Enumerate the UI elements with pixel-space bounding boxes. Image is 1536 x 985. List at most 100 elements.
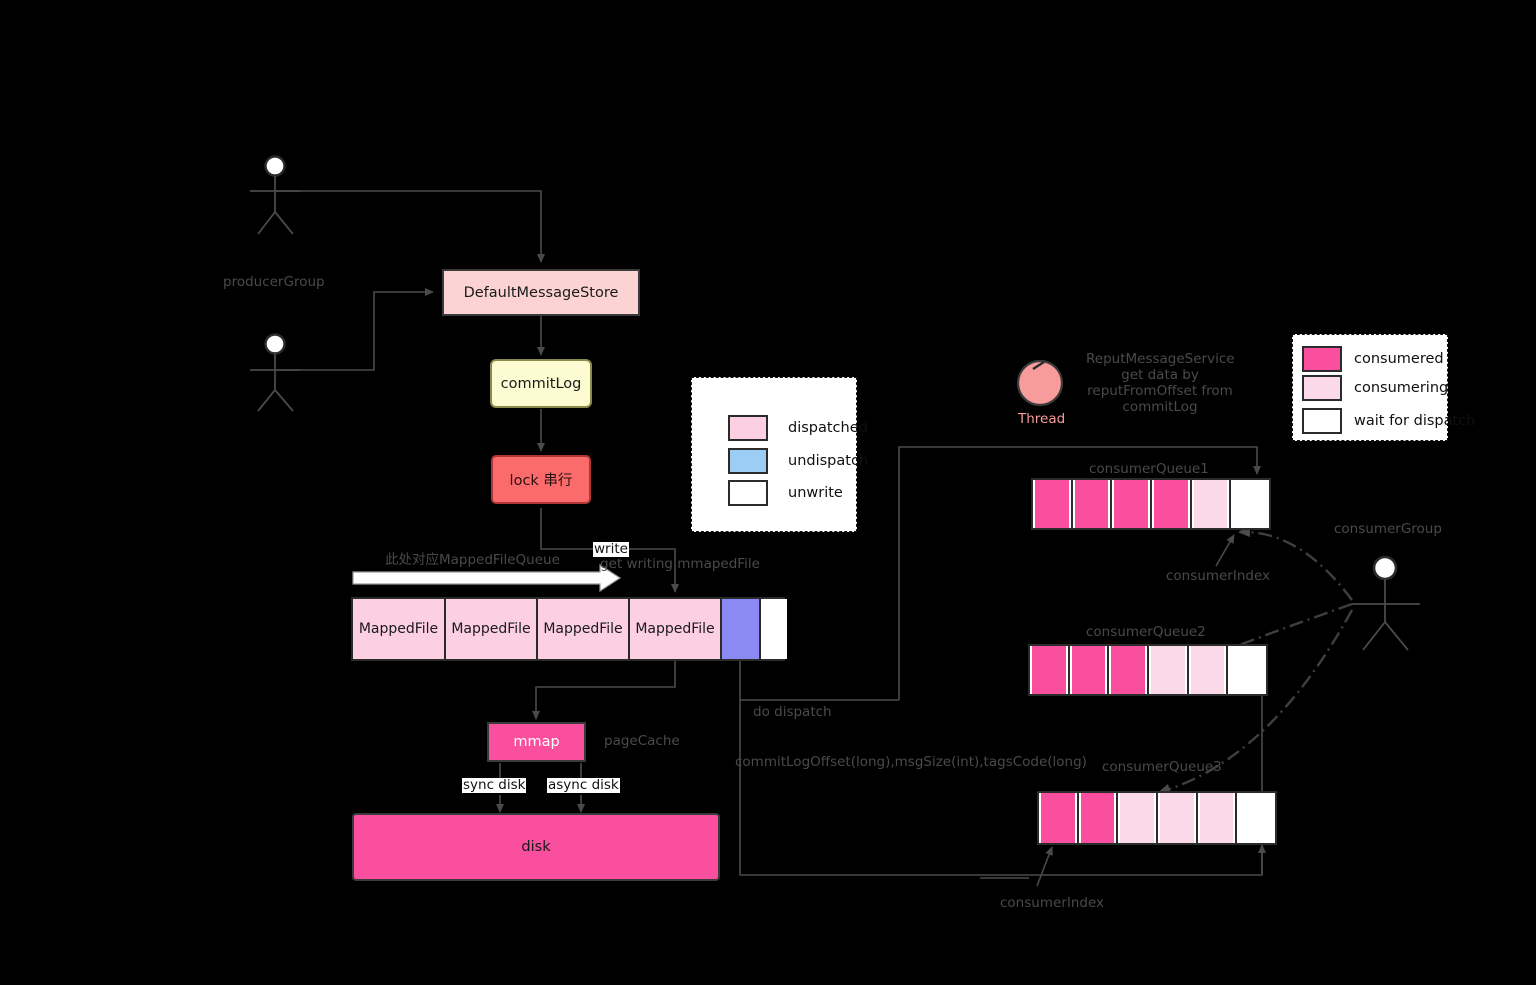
dispatch-payload-label: commitLogOffset(long),msgSize(int),tagsC… [735,754,1087,770]
consumer-queue-cell[interactable] [1078,793,1119,843]
get-writing-mmaped-file-label: get writing mmapedFile [600,556,760,572]
consumer-queue-2-caption: consumerQueue2 [1086,624,1206,640]
legend-label-undispatch: undispatch [788,453,869,469]
consumer-queue-cell[interactable] [1033,480,1073,528]
mapped-file-label: MappedFile [358,621,439,637]
mapped-file-label: MappedFile [543,621,623,637]
consumer-queue-cell-consumered [1114,480,1149,528]
legend-label-dispatched: dispatched [788,420,868,436]
mapped-file-queue-direction-arrow [352,563,622,593]
consumer-group-label: consumerGroup [1334,521,1442,537]
reput-message-service-label: ReputMessageService get data by reputFro… [1086,351,1235,415]
consumer-queue-cell-wait [1237,793,1276,843]
legend-item-undispatch: undispatch [728,448,868,474]
consumer-queue-cell-consumering [1193,480,1228,528]
consumer-queue-cell-consumered [1041,793,1075,843]
consumer-queue-cell-consumering [1190,646,1225,694]
default-message-store-label: DefaultMessageStore [463,284,619,301]
commit-log-box[interactable]: commitLog [490,359,592,408]
legend-label-wait-for-dispatch: wait for dispatch [1354,413,1476,429]
consumer-index-bottom-label: consumerIndex [1000,895,1104,911]
consumer-queue-cell-consumering [1199,793,1234,843]
producer-actor-top [250,155,300,235]
consumer-queue-cell-consumered [1071,646,1106,694]
consumer-queue-cell[interactable] [1030,646,1070,694]
mapped-file-cell[interactable]: MappedFile [538,599,630,659]
mapped-file-label: MappedFile [635,621,715,637]
mapped-file-cell[interactable]: MappedFile [446,599,538,659]
mapped-file-cell[interactable]: MappedFile [353,599,446,659]
producer-actor-bottom [250,333,300,412]
legend-label-unwrite: unwrite [788,485,843,501]
consumer-queue-cell[interactable] [1149,646,1189,694]
legend-swatch-dispatched [728,415,768,441]
legend-swatch-undispatch [728,448,768,474]
legend-swatch-wait-for-dispatch [1302,408,1342,434]
consumer-queue-1[interactable] [1031,478,1271,530]
consumer-actor [1352,555,1420,651]
legend-item-consumering: consumering [1302,375,1448,401]
commit-log-label: commitLog [500,375,582,392]
consumer-queue-cell-consumered [1154,480,1188,528]
producer-group-label: producerGroup [223,274,325,290]
consumer-queue-3-caption: consumerQueue3 [1102,759,1222,775]
consumer-queue-cell[interactable] [1228,646,1267,694]
consumer-queue-cell[interactable] [1237,793,1276,843]
consumer-queue-2[interactable] [1028,644,1268,696]
legend-item-wait-for-dispatch: wait for dispatch [1302,408,1475,434]
legend-swatch-unwrite [728,480,768,506]
consumer-queue-cell-wait [1228,646,1267,694]
mapped-file-queue-note: 此处对应MappedFileQueue [385,552,560,568]
consumer-index-top-label: consumerIndex [1166,568,1270,584]
lock-box[interactable]: lock 串行 [491,455,591,504]
consumer-queue-cell-consumered [1035,480,1069,528]
consumer-queue-cell[interactable] [1188,646,1229,694]
thread-label: Thread [1018,411,1066,427]
consumer-queue-cell-consumered [1074,480,1109,528]
consumer-queue-cell[interactable] [1191,480,1232,528]
mapped-file-cell[interactable]: MappedFile [630,599,722,659]
mmap-label: mmap [513,734,560,750]
consumer-queue-cell[interactable] [1158,793,1198,843]
consumer-queue-cell[interactable] [1039,793,1079,843]
async-disk-label: async disk [547,777,620,793]
consumer-queue-cell[interactable] [1112,480,1153,528]
legend-item-unwrite: unwrite [728,480,843,506]
consumer-queue-cell[interactable] [1072,480,1113,528]
write-label: write [593,541,629,557]
consumer-queue-cell[interactable] [1069,646,1110,694]
consumer-queue-cell-consumering [1151,646,1185,694]
mmap-box[interactable]: mmap [487,722,586,762]
consumer-queue-cell[interactable] [1197,793,1238,843]
mapped-file-cell-unwrite[interactable] [761,599,787,659]
lock-label: lock 串行 [509,473,573,489]
consumer-queue-cell-consumering [1160,793,1194,843]
diagram-canvas: DefaultMessageStore commitLog lock 串行 mm… [0,0,1536,985]
consumer-queue-1-caption: consumerQueue1 [1089,461,1209,477]
consumer-queue-cell-consumered [1080,793,1115,843]
consumer-queue-cell[interactable] [1109,646,1150,694]
consumer-queue-cell-consumered [1111,646,1146,694]
legend-label-consumered: consumered [1354,351,1444,367]
consumer-queue-3[interactable] [1037,791,1277,845]
consumer-queue-cell-consumered [1032,646,1066,694]
page-cache-label: pageCache [604,733,680,749]
thread-circle [1016,359,1064,407]
legend-label-consumering: consumering [1354,380,1449,396]
legend-item-consumered: consumered [1302,346,1444,372]
mapped-file-label: MappedFile [451,621,531,637]
consumer-queue-cell-consumering [1120,793,1155,843]
legend-swatch-consumered [1302,346,1342,372]
default-message-store-box[interactable]: DefaultMessageStore [442,269,640,316]
consumer-queue-cell[interactable] [1118,793,1159,843]
disk-label: disk [521,839,551,855]
legend-swatch-consumering [1302,375,1342,401]
do-dispatch-label: do dispatch [753,704,832,720]
consumer-queue-cell[interactable] [1152,480,1192,528]
consumer-queue-cell-wait [1231,480,1270,528]
consumer-queue-cell[interactable] [1231,480,1270,528]
mapped-file-cell-undispatch[interactable] [722,599,761,659]
disk-box[interactable]: disk [352,813,720,881]
legend-item-dispatched: dispatched [728,415,868,441]
mapped-file-queue-row[interactable]: MappedFile MappedFile MappedFile MappedFile [351,597,787,661]
